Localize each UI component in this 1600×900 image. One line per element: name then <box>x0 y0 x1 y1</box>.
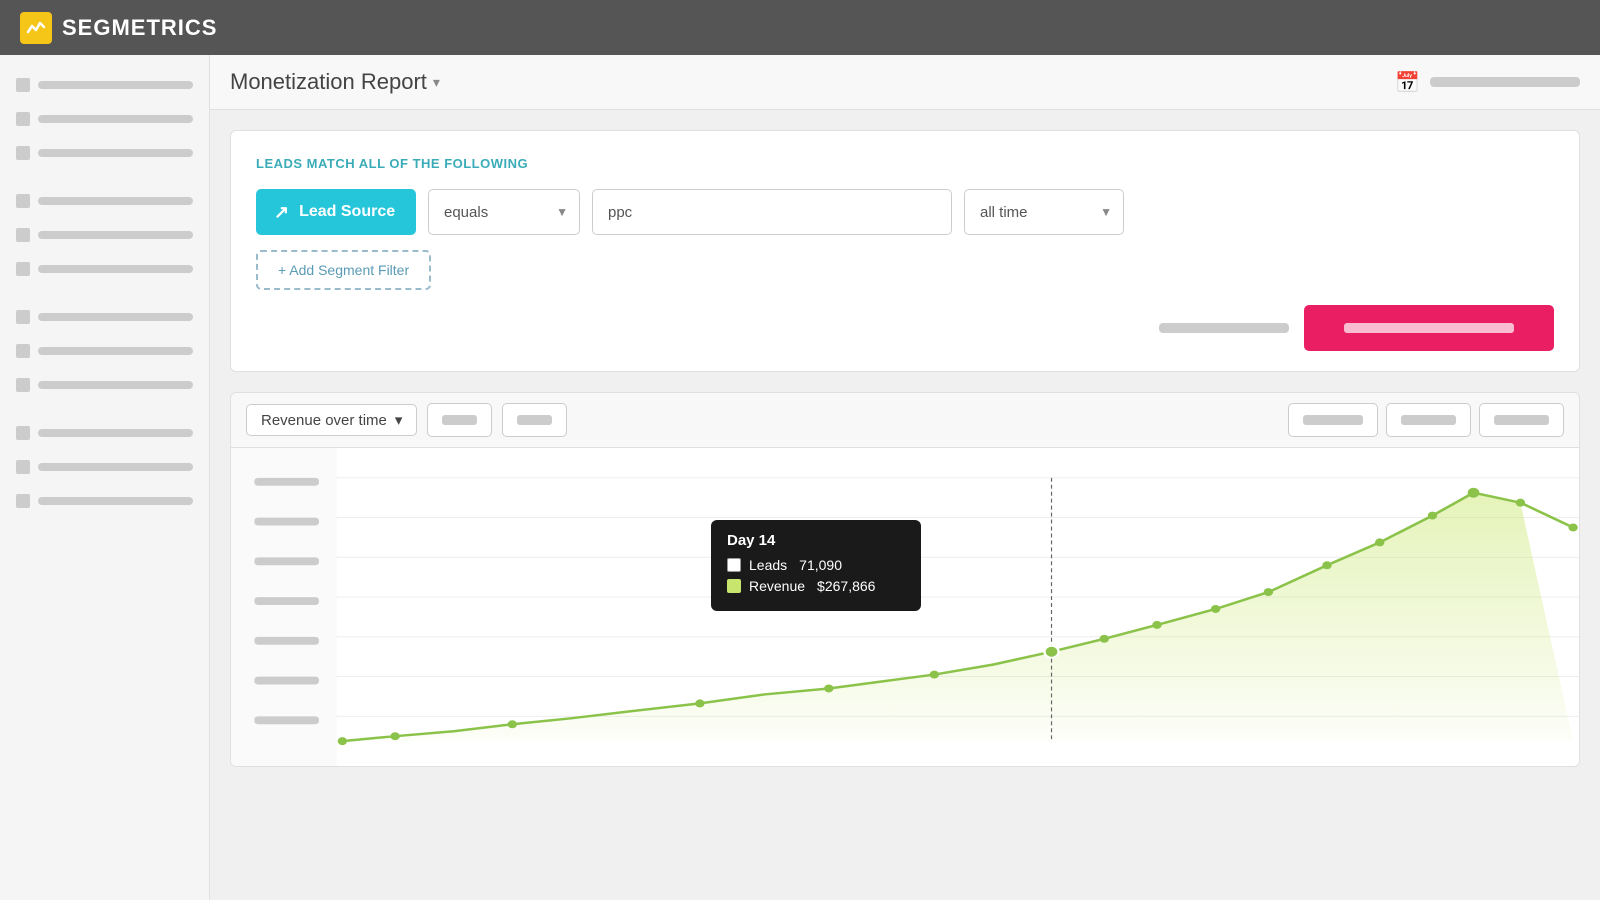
add-filter-button[interactable]: + Add Segment Filter <box>256 250 431 290</box>
sidebar-item[interactable] <box>10 452 199 482</box>
equals-select[interactable]: equals does not equal contains <box>428 189 580 235</box>
toolbar-btn-2[interactable] <box>502 403 567 437</box>
report-title-dropdown-icon[interactable]: ▾ <box>433 74 440 91</box>
sidebar-item[interactable] <box>10 104 199 134</box>
sidebar-icon <box>16 112 30 126</box>
tooltip-row-leads: Leads 71,090 <box>727 557 905 573</box>
sidebar-label <box>38 347 193 355</box>
chart-type-label: Revenue over time <box>261 412 387 429</box>
lead-source-label: Lead Source <box>299 203 395 221</box>
tooltip-swatch-leads <box>727 558 741 572</box>
sidebar-icon <box>16 378 30 392</box>
sidebar-group-4 <box>10 418 199 516</box>
toolbar-right-btn-2-label <box>1401 415 1456 425</box>
sidebar-icon <box>16 78 30 92</box>
sidebar-icon <box>16 228 30 242</box>
sidebar-item[interactable] <box>10 486 199 516</box>
ppc-input[interactable] <box>592 189 952 235</box>
chart-toolbar: Revenue over time ▾ <box>230 392 1580 447</box>
tooltip-title: Day 14 <box>727 532 905 549</box>
apply-button[interactable] <box>1304 305 1554 351</box>
sidebar-label <box>38 463 193 471</box>
report-title: Monetization Report ▾ <box>230 69 440 95</box>
sidebar-item[interactable] <box>10 370 199 400</box>
sidebar-item[interactable] <box>10 138 199 168</box>
alltime-select-wrap[interactable]: all time last 30 days last 90 days this … <box>964 189 1124 235</box>
logo-area: SEGMETRICS <box>20 12 217 44</box>
sidebar-label <box>38 149 193 157</box>
sidebar-label <box>38 115 193 123</box>
tooltip-revenue-label: Revenue <box>749 578 805 594</box>
sidebar-item[interactable] <box>10 186 199 216</box>
sidebar-group-3 <box>10 302 199 400</box>
sidebar-label <box>38 81 193 89</box>
sidebar-icon <box>16 262 30 276</box>
filter-heading: LEADS MATCH ALL OF THE FOLLOWING <box>256 156 1554 171</box>
tooltip-row-revenue: Revenue $267,866 <box>727 578 905 594</box>
sidebar-label <box>38 429 193 437</box>
app-name: SEGMETRICS <box>62 15 217 41</box>
tooltip-leads-value: 71,090 <box>799 557 842 573</box>
toolbar-right-btn-1[interactable] <box>1288 403 1378 437</box>
filter-footer-placeholder <box>1159 323 1289 333</box>
tooltip-swatch-revenue <box>727 579 741 593</box>
sidebar-group-1 <box>10 70 199 168</box>
report-title-text: Monetization Report <box>230 69 427 95</box>
sidebar-label <box>38 497 193 505</box>
sidebar-icon <box>16 146 30 160</box>
add-filter-row: + Add Segment Filter <box>256 250 1554 290</box>
chart-tooltip: Day 14 Leads 71,090 Revenue $267,866 <box>711 520 921 611</box>
sidebar-icon <box>16 426 30 440</box>
sidebar-icon <box>16 460 30 474</box>
toolbar-right-btn-3[interactable] <box>1479 403 1564 437</box>
content-area: Monetization Report ▾ 📅 LEADS MATCH ALL … <box>210 55 1600 900</box>
sidebar-item[interactable] <box>10 418 199 448</box>
chart-canvas: Day 14 Leads 71,090 Revenue $267,866 <box>230 447 1580 767</box>
sidebar-label <box>38 313 193 321</box>
sub-header: Monetization Report ▾ 📅 <box>210 55 1600 110</box>
lead-source-button[interactable]: ↗ Lead Source <box>256 189 416 235</box>
toolbar-right-btn-3-label <box>1494 415 1549 425</box>
toolbar-btn-2-icon <box>517 415 552 425</box>
toolbar-btn-1-icon <box>442 415 477 425</box>
equals-select-wrap[interactable]: equals does not equal contains ▼ <box>428 189 580 235</box>
alltime-select[interactable]: all time last 30 days last 90 days this … <box>964 189 1124 235</box>
sidebar-icon <box>16 344 30 358</box>
logo-icon <box>20 12 52 44</box>
filter-row: ↗ Lead Source equals does not equal cont… <box>256 189 1554 235</box>
sidebar-label <box>38 197 193 205</box>
sidebar <box>0 55 210 900</box>
main-layout: Monetization Report ▾ 📅 LEADS MATCH ALL … <box>0 55 1600 900</box>
toolbar-right <box>1288 403 1564 437</box>
chart-type-dropdown[interactable]: Revenue over time ▾ <box>246 404 417 436</box>
date-range-placeholder <box>1430 77 1580 87</box>
sidebar-icon <box>16 310 30 324</box>
filter-panel: LEADS MATCH ALL OF THE FOLLOWING ↗ Lead … <box>230 130 1580 372</box>
sidebar-item[interactable] <box>10 254 199 284</box>
sidebar-icon <box>16 194 30 208</box>
tooltip-revenue-value: $267,866 <box>817 578 875 594</box>
filter-footer <box>256 305 1554 351</box>
sidebar-item[interactable] <box>10 220 199 250</box>
sidebar-label <box>38 231 193 239</box>
sidebar-label <box>38 265 193 273</box>
calendar-area: 📅 <box>1395 70 1580 95</box>
sidebar-group-2 <box>10 186 199 284</box>
lead-source-icon: ↗ <box>274 202 289 223</box>
sidebar-item[interactable] <box>10 70 199 100</box>
calendar-icon[interactable]: 📅 <box>1395 70 1420 95</box>
sidebar-label <box>38 381 193 389</box>
toolbar-btn-1[interactable] <box>427 403 492 437</box>
sidebar-item[interactable] <box>10 302 199 332</box>
tooltip-leads-label: Leads <box>749 557 787 573</box>
top-nav: SEGMETRICS <box>0 0 1600 55</box>
toolbar-right-btn-1-label <box>1303 415 1363 425</box>
chart-type-arrow: ▾ <box>395 411 403 429</box>
toolbar-right-btn-2[interactable] <box>1386 403 1471 437</box>
chart-section: Revenue over time ▾ <box>230 392 1580 767</box>
sidebar-icon <box>16 494 30 508</box>
sidebar-item[interactable] <box>10 336 199 366</box>
